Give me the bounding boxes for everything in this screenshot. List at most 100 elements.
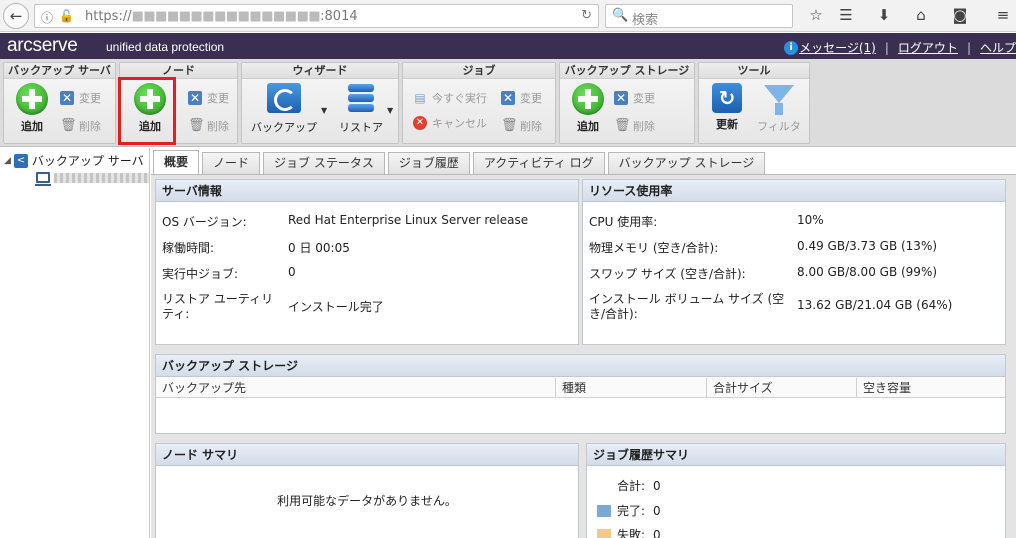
add-plus-icon bbox=[572, 83, 604, 115]
label: 稼働時間: bbox=[162, 241, 215, 255]
group-backup-server: バックアップ サーバ 追加 ✕ 変更 🗑 削除 bbox=[3, 62, 116, 144]
label: 物理メモリ (空き/合計): bbox=[589, 241, 719, 255]
backup-server-edit-button[interactable]: ✕ 変更 bbox=[60, 90, 101, 106]
tab-backup-storage[interactable]: バックアップ ストレージ bbox=[607, 152, 766, 174]
tab-bar: 概要 ノード ジョブ ステータス ジョブ履歴 アクティビティ ログ バックアップ… bbox=[153, 150, 768, 174]
header-links: i メッセージ(1) | ログアウト | ヘルプ bbox=[784, 39, 1016, 56]
tab-job-status[interactable]: ジョブ ステータス bbox=[263, 152, 385, 174]
home-icon[interactable]: ⌂ bbox=[911, 6, 931, 24]
refresh-button[interactable]: ↻ 更新 bbox=[705, 83, 749, 132]
button-label: 更新 bbox=[716, 118, 738, 131]
restore-wizard-button[interactable]: リストア bbox=[330, 83, 392, 135]
search-box[interactable]: 🔍 検索 bbox=[605, 4, 793, 28]
tree-node-label: バックアップ サーバ bbox=[31, 154, 144, 168]
tab-nodes[interactable]: ノード bbox=[202, 152, 261, 174]
filter-button[interactable]: フィルタ bbox=[757, 83, 801, 134]
trash-icon: 🗑 bbox=[614, 118, 631, 133]
group-title: ジョブ bbox=[403, 63, 555, 79]
tree-node-backup-server[interactable]: ◢ < バックアップ サーバ bbox=[4, 152, 144, 169]
column-header-type[interactable]: 種類 bbox=[556, 378, 707, 398]
node-delete-button[interactable]: 🗑 削除 bbox=[188, 118, 229, 134]
backup-storage-panel: バックアップ ストレージ バックアップ先 種類 合計サイズ 空き容量 bbox=[155, 354, 1006, 434]
button-label: フィルタ bbox=[757, 120, 801, 133]
trash-icon: 🗑 bbox=[501, 118, 518, 133]
column-header-total-size[interactable]: 合計サイズ bbox=[707, 378, 857, 398]
empty-message: 利用可能なデータがありません。 bbox=[277, 494, 457, 508]
button-label: 変更 bbox=[633, 92, 655, 105]
value: 8.00 GB/8.00 GB (99%) bbox=[797, 265, 938, 279]
tree-node-server[interactable] bbox=[35, 172, 149, 186]
button-label: 削除 bbox=[207, 120, 229, 133]
value: 0 bbox=[288, 265, 296, 279]
job-delete-button[interactable]: 🗑 削除 bbox=[501, 118, 542, 134]
panel-title: リソース使用率 bbox=[583, 180, 1005, 202]
group-job: ジョブ ▤ 今すぐ実行 ✕ キャンセル ✕ 変更 🗑 削除 bbox=[402, 62, 556, 144]
reading-list-icon[interactable]: ☰ bbox=[836, 6, 856, 24]
storage-add-button[interactable]: 追加 bbox=[566, 83, 610, 134]
server-info-panel: サーバ情報 OS バージョン: Red Hat Enterprise Linux… bbox=[155, 179, 579, 345]
label: ティ: bbox=[162, 307, 190, 321]
url-text[interactable]: https://■■■■■■■■■■■■■■■■:8014 bbox=[85, 9, 358, 24]
node-summary-panel: ノード サマリ 利用可能なデータがありません。 bbox=[155, 443, 579, 538]
trash-icon: 🗑 bbox=[60, 118, 77, 133]
redacted-hostname bbox=[54, 172, 149, 183]
label: 実行中ジョブ: bbox=[162, 267, 239, 281]
arrow-left-icon: ← bbox=[9, 7, 23, 25]
menu-hamburger-icon[interactable]: ≡ bbox=[993, 6, 1013, 24]
edit-icon: ✕ bbox=[60, 91, 74, 105]
job-fail-row: 失敗: 0 bbox=[597, 526, 661, 538]
refresh-icon: ↻ bbox=[712, 83, 742, 113]
back-button[interactable]: ← bbox=[3, 3, 29, 29]
run-now-button[interactable]: ▤ 今すぐ実行 bbox=[413, 90, 487, 106]
column-header-free-space[interactable]: 空き容量 bbox=[857, 378, 1005, 398]
value: インストール完了 bbox=[288, 300, 384, 314]
group-title: ウィザード bbox=[242, 63, 398, 79]
button-label: 変更 bbox=[520, 92, 542, 105]
value: 0 bbox=[653, 527, 661, 538]
reload-icon[interactable]: ↻ bbox=[581, 8, 592, 23]
button-label: 今すぐ実行 bbox=[432, 92, 487, 105]
value: 10% bbox=[797, 213, 824, 227]
address-bar[interactable]: ⓘ 🔓 https://■■■■■■■■■■■■■■■■:8014 ↻ bbox=[34, 4, 599, 28]
storage-delete-button[interactable]: 🗑 削除 bbox=[614, 118, 655, 134]
messages-link[interactable]: メッセージ(1) bbox=[799, 39, 876, 56]
pocket-icon[interactable]: ◙ bbox=[950, 6, 970, 24]
restore-dropdown-icon[interactable]: ▼ bbox=[387, 106, 393, 115]
help-link[interactable]: ヘルプ bbox=[980, 39, 1016, 56]
label: 完了: bbox=[617, 504, 646, 518]
job-edit-button[interactable]: ✕ 変更 bbox=[501, 90, 542, 106]
group-title: ツール bbox=[699, 63, 809, 79]
summary-content: サーバ情報 OS バージョン: Red Hat Enterprise Linux… bbox=[151, 175, 1016, 538]
tab-summary[interactable]: 概要 bbox=[153, 150, 200, 174]
label: OS バージョン: bbox=[162, 215, 247, 229]
panel-title: ジョブ履歴サマリ bbox=[587, 444, 1005, 466]
column-header-destination[interactable]: バックアップ先 bbox=[156, 378, 556, 398]
backup-server-delete-button[interactable]: 🗑 削除 bbox=[60, 118, 101, 134]
logout-link[interactable]: ログアウト bbox=[898, 39, 958, 56]
bookmark-star-icon[interactable]: ☆ bbox=[806, 6, 826, 24]
add-plus-icon bbox=[16, 83, 48, 115]
backup-wizard-button[interactable]: バックアップ bbox=[246, 83, 322, 135]
insecure-lock-icon[interactable]: 🔓 bbox=[59, 9, 74, 23]
panel-title: ノード サマリ bbox=[156, 444, 578, 466]
server-tree: ◢ < バックアップ サーバ bbox=[0, 148, 150, 538]
value: 0 日 00:05 bbox=[288, 241, 350, 255]
tab-job-history[interactable]: ジョブ履歴 bbox=[387, 152, 470, 174]
backup-dropdown-icon[interactable]: ▼ bbox=[321, 106, 327, 115]
browser-toolbar: ← ⓘ 🔓 https://■■■■■■■■■■■■■■■■:8014 ↻ 🔍 … bbox=[0, 0, 1016, 32]
backup-server-add-button[interactable]: 追加 bbox=[10, 83, 54, 134]
value: Red Hat Enterprise Linux Server release bbox=[288, 213, 529, 227]
node-edit-button[interactable]: ✕ 変更 bbox=[188, 90, 229, 106]
app-header: arcserve unified data protection i メッセージ… bbox=[0, 33, 1016, 59]
edit-icon: ✕ bbox=[614, 91, 628, 105]
tab-activity-log[interactable]: アクティビティ ログ bbox=[472, 152, 605, 174]
legend-swatch-done bbox=[597, 504, 611, 517]
collapse-triangle-icon[interactable]: ◢ bbox=[4, 156, 11, 166]
group-title: バックアップ サーバ bbox=[4, 63, 115, 79]
cancel-job-button[interactable]: ✕ キャンセル bbox=[413, 115, 487, 131]
download-icon[interactable]: ⬇ bbox=[874, 6, 894, 24]
button-label: 追加 bbox=[577, 120, 599, 133]
button-label: バックアップ bbox=[251, 121, 317, 134]
storage-edit-button[interactable]: ✕ 変更 bbox=[614, 90, 655, 106]
info-circle-icon[interactable]: ⓘ bbox=[41, 9, 53, 26]
